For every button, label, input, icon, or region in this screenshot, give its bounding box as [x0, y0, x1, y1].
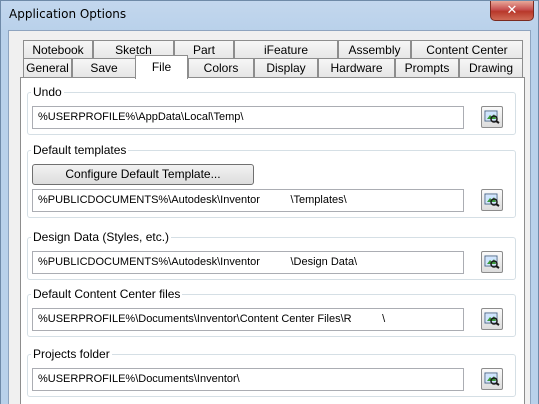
- configure-default-template-button[interactable]: Configure Default Template...: [32, 164, 254, 185]
- design-data-label: Design Data (Styles, etc.): [31, 230, 172, 244]
- tab-hardware[interactable]: Hardware: [318, 58, 395, 79]
- file-tab-panel: Undo %USERPROFILE%\AppData\Local\Temp\ D…: [20, 77, 525, 404]
- templates-browse-button[interactable]: [481, 189, 503, 211]
- window-title: Application Options: [9, 7, 127, 21]
- projects-browse-button[interactable]: [481, 368, 503, 390]
- title-bar[interactable]: Application Options ✕: [1, 1, 538, 29]
- default-templates-group: Default templates Configure Default Temp…: [27, 143, 516, 218]
- folder-browse-icon: [484, 193, 500, 207]
- close-button[interactable]: ✕: [490, 1, 534, 21]
- design-data-group: Design Data (Styles, etc.) %PUBLICDOCUME…: [27, 230, 516, 280]
- folder-browse-icon: [484, 372, 500, 386]
- tab-prompts[interactable]: Prompts: [395, 58, 459, 79]
- undo-group: Undo %USERPROFILE%\AppData\Local\Temp\: [27, 85, 516, 135]
- tab-file[interactable]: File: [135, 55, 188, 79]
- design-data-browse-button[interactable]: [481, 251, 503, 273]
- projects-folder-group: Projects folder %USERPROFILE%\Documents\…: [27, 347, 516, 397]
- content-center-group: Default Content Center files %USERPROFIL…: [27, 287, 516, 337]
- tab-general[interactable]: General: [23, 58, 72, 79]
- folder-browse-icon: [484, 255, 500, 269]
- undo-label: Undo: [31, 85, 64, 99]
- tab-colors[interactable]: Colors: [188, 58, 254, 79]
- content-center-path-field[interactable]: %USERPROFILE%\Documents\Inventor\Content…: [32, 308, 464, 331]
- content-center-browse-button[interactable]: [481, 308, 503, 330]
- folder-browse-icon: [484, 312, 500, 326]
- templates-path-field[interactable]: %PUBLICDOCUMENTS%\Autodesk\Inventor \Tem…: [32, 189, 464, 212]
- undo-path-field[interactable]: %USERPROFILE%\AppData\Local\Temp\: [32, 106, 464, 129]
- folder-browse-icon: [484, 110, 500, 124]
- projects-folder-label: Projects folder: [31, 347, 112, 361]
- application-options-window: Application Options ✕ Notebook Sketch Pa…: [0, 0, 539, 404]
- tab-display[interactable]: Display: [254, 58, 318, 79]
- projects-path-field[interactable]: %USERPROFILE%\Documents\Inventor\: [32, 368, 464, 391]
- default-templates-label: Default templates: [31, 143, 129, 157]
- close-icon: ✕: [506, 3, 518, 18]
- dialog-client-area: Notebook Sketch Part iFeature Assembly C…: [8, 30, 531, 404]
- tab-save[interactable]: Save: [72, 58, 136, 79]
- tab-drawing[interactable]: Drawing: [459, 58, 523, 79]
- design-data-path-field[interactable]: %PUBLICDOCUMENTS%\Autodesk\Inventor \Des…: [32, 251, 464, 274]
- content-center-label: Default Content Center files: [31, 287, 183, 301]
- undo-browse-button[interactable]: [481, 106, 503, 128]
